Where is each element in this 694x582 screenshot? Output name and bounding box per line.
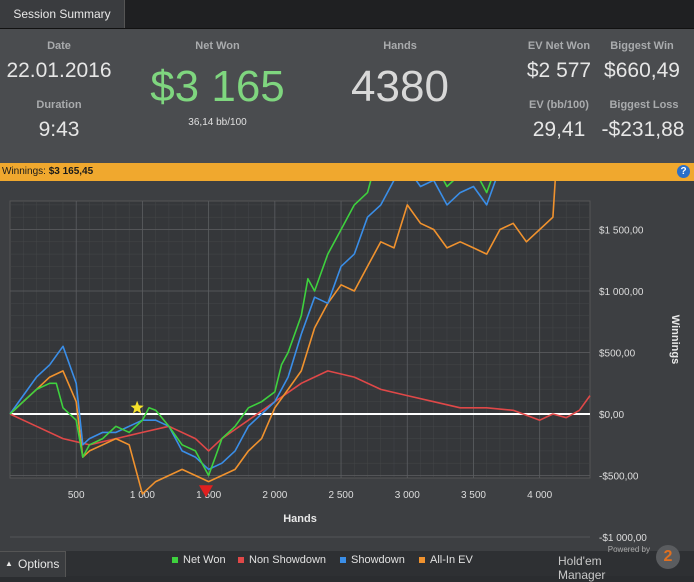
ev-net-won-value: $2 577 <box>526 59 592 82</box>
x-tick-label: 1 000 <box>130 490 155 501</box>
x-tick-label: 500 <box>68 490 85 501</box>
options-label: Options <box>18 557 60 571</box>
biggest-win-label: Biggest Win <box>610 40 674 52</box>
legend-non-showdown: Non Showdown <box>238 551 326 576</box>
winnings-chart: $3 000,00$2 500,00$2 000,00$1 500,00$1 0… <box>9 181 681 544</box>
biggest-loss-value: -$231,88 <box>601 118 685 141</box>
y-tick-label: $500,00 <box>599 349 636 360</box>
duration-label: Duration <box>36 99 82 111</box>
legend-swatch-showdown <box>340 557 346 564</box>
legend-all-in-ev: All-In EV <box>419 551 473 576</box>
holdem-manager-logo: Powered by Hold'em Manager 2 <box>558 545 688 582</box>
ev-bb-label: EV (bb/100) <box>529 99 589 111</box>
x-axis-label: Hands <box>283 513 317 525</box>
legend-label-showdown: Showdown <box>351 554 405 566</box>
chevron-up-icon: ▲ <box>5 559 13 568</box>
winnings-label: Winnings: <box>2 166 46 177</box>
biggest-loss-label: Biggest Loss <box>609 99 679 111</box>
duration-value: 9:43 <box>38 118 80 141</box>
legend-label-non-showdown: Non Showdown <box>249 554 327 566</box>
x-tick-label: 4 000 <box>527 490 552 501</box>
ev-net-won-label: EV Net Won <box>527 40 591 52</box>
y-tick-label: $1 500,00 <box>599 226 644 237</box>
hands-label: Hands <box>383 40 417 52</box>
legend-swatch-all-in-ev <box>419 557 425 564</box>
legend-swatch-non-showdown <box>238 557 244 564</box>
winnings-value: $3 165,45 <box>48 166 94 177</box>
logo-badge: 2 <box>656 545 680 569</box>
legend-label-all-in-ev: All-In EV <box>430 554 473 566</box>
net-won-value: $3 165 <box>150 62 285 111</box>
date-value: 22.01.2016 <box>6 59 112 82</box>
y-tick-label: -$1 000,00 <box>599 533 647 544</box>
date-label: Date <box>47 40 71 52</box>
summary-panel: Date 22.01.2016 Duration 9:43 Net Won $3… <box>0 29 694 163</box>
legend-net-won: Net Won <box>172 551 226 576</box>
hands-value: 4380 <box>351 62 449 111</box>
y-axis-label: Winnings <box>669 315 681 364</box>
options-button[interactable]: ▲ Options <box>0 551 66 577</box>
y-tick-label: -$500,00 <box>599 472 639 483</box>
x-tick-label: 2 000 <box>262 490 287 501</box>
y-tick-label: $1 000,00 <box>599 287 644 298</box>
title-bar: Session Summary <box>0 0 694 29</box>
legend-swatch-net-won <box>172 557 178 564</box>
net-won-bb-value: 36,14 bb/100 <box>188 117 247 128</box>
x-tick-label: 3 000 <box>395 490 420 501</box>
y-tick-label: $0,00 <box>599 410 624 421</box>
tab-session-summary[interactable]: Session Summary <box>0 0 125 28</box>
x-tick-label: 3 500 <box>461 490 486 501</box>
chart-area: $3 000,00$2 500,00$2 000,00$1 500,00$1 0… <box>0 181 694 551</box>
legend-label-net-won: Net Won <box>183 554 226 566</box>
help-icon[interactable]: ? <box>677 165 690 178</box>
logo-name: Hold'em Manager <box>558 554 606 582</box>
winnings-bar: Winnings: $3 165,45 ? <box>0 163 694 181</box>
x-tick-label: 2 500 <box>329 490 354 501</box>
powered-by-text: Powered by <box>607 545 650 554</box>
legend-showdown: Showdown <box>340 551 405 576</box>
net-won-label: Net Won <box>195 40 240 52</box>
ev-bb-value: 29,41 <box>532 118 586 141</box>
biggest-win-value: $660,49 <box>604 59 680 82</box>
